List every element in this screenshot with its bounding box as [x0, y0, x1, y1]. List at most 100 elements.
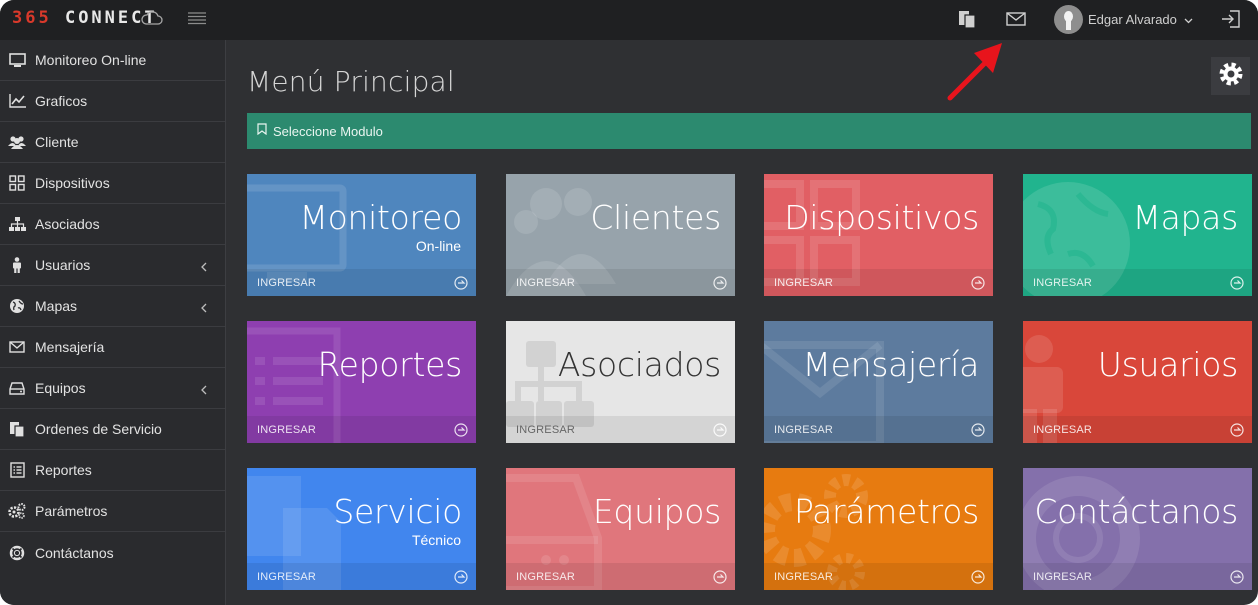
users-icon	[8, 133, 26, 151]
sidebar-item-label: Dispositivos	[35, 175, 110, 191]
tile-parametros[interactable]: Parámetros INGRESAR	[764, 468, 993, 590]
tile-action: INGRESAR	[1033, 570, 1093, 583]
brand-number: 365	[12, 8, 52, 28]
arrow-circle-right-icon	[713, 423, 727, 442]
tile-title: Mapas	[1132, 198, 1238, 237]
sidebar-item-ordenes[interactable]: Ordenes de Servicio	[0, 409, 225, 450]
gear-icon	[1218, 61, 1244, 92]
list-alt-icon	[8, 461, 26, 479]
tile-footer[interactable]: INGRESAR	[247, 269, 476, 296]
tile-clientes[interactable]: Clientes INGRESAR	[506, 174, 735, 296]
user-name: Edgar Alvarado	[1088, 12, 1177, 27]
tile-footer[interactable]: INGRESAR	[1023, 416, 1252, 443]
arrow-circle-right-icon	[713, 570, 727, 589]
arrow-circle-right-icon	[713, 276, 727, 295]
sidebar-item-label: Cliente	[35, 134, 79, 150]
sidebar: Monitoreo On-line Graficos Cliente Dispo…	[0, 40, 226, 605]
hamburger-menu-icon[interactable]	[188, 12, 206, 31]
monitor-icon	[8, 51, 26, 69]
life-ring-icon	[8, 544, 26, 562]
sidebar-item-label: Graficos	[35, 93, 88, 109]
sidebar-item-cliente[interactable]: Cliente	[0, 122, 225, 163]
brand-logo[interactable]: 365 CONNECT	[12, 8, 158, 28]
mail-icon[interactable]	[1006, 11, 1026, 32]
tile-action: INGRESAR	[774, 570, 834, 583]
tile-title: Reportes	[317, 345, 463, 384]
sidebar-item-mensajeria[interactable]: Mensajería	[0, 327, 225, 368]
tile-footer[interactable]: INGRESAR	[1023, 269, 1252, 296]
tile-dispositivos[interactable]: Dispositivos INGRESAR	[764, 174, 993, 296]
app-window: 365 CONNECT Edgar Alvarado Monitoreo On-…	[0, 0, 1258, 605]
tile-usuarios[interactable]: Usuarios INGRESAR	[1023, 321, 1252, 443]
sidebar-item-label: Contáctanos	[35, 544, 114, 561]
user-menu[interactable]: Edgar Alvarado	[1054, 5, 1193, 34]
top-bar: 365 CONNECT Edgar Alvarado	[0, 0, 1258, 40]
sidebar-item-dispositivos[interactable]: Dispositivos	[0, 163, 225, 204]
chevron-left-icon	[201, 300, 207, 318]
sidebar-item-equipos[interactable]: Equipos	[0, 368, 225, 409]
hdd-icon	[8, 379, 26, 397]
tile-footer[interactable]: INGRESAR	[1023, 563, 1252, 590]
tile-mapas[interactable]: Mapas INGRESAR	[1023, 174, 1252, 296]
tile-subtitle: Técnico	[411, 532, 461, 548]
tile-title: Contáctanos	[1034, 492, 1238, 531]
line-chart-icon	[8, 92, 26, 110]
tile-title: Mensajería	[802, 345, 979, 384]
tile-title: Servicio	[333, 492, 462, 531]
sidebar-item-monitoreo[interactable]: Monitoreo On-line	[0, 40, 225, 81]
envelope-icon	[8, 338, 26, 356]
tile-footer[interactable]: INGRESAR	[506, 416, 735, 443]
tile-footer[interactable]: INGRESAR	[764, 416, 993, 443]
tile-action: INGRESAR	[516, 423, 576, 436]
logout-icon[interactable]	[1221, 9, 1241, 34]
tile-asociados[interactable]: Asociados INGRESAR	[506, 321, 735, 443]
chevron-left-icon	[201, 382, 207, 400]
arrow-circle-right-icon	[1230, 423, 1244, 442]
tile-action: INGRESAR	[257, 276, 317, 289]
sidebar-item-usuarios[interactable]: Usuarios	[0, 245, 225, 286]
tile-action: INGRESAR	[1033, 423, 1093, 436]
tile-title: Clientes	[590, 198, 721, 237]
sidebar-item-graficos[interactable]: Graficos	[0, 81, 225, 122]
tile-title: Asociados	[557, 345, 721, 384]
tile-subtitle: On-line	[415, 238, 461, 254]
chevron-left-icon	[201, 259, 207, 277]
arrow-circle-right-icon	[971, 570, 985, 589]
sidebar-item-parametros[interactable]: Parámetros	[0, 491, 225, 532]
tile-footer[interactable]: INGRESAR	[764, 269, 993, 296]
sidebar-item-label: Ordenes de Servicio	[35, 421, 162, 437]
page-title: Menú Principal	[247, 65, 455, 98]
sidebar-item-contactanos[interactable]: Contáctanos	[0, 532, 225, 573]
sitemap-icon	[8, 215, 26, 233]
tile-title: Equipos	[592, 492, 721, 531]
gears-icon	[8, 502, 26, 520]
tile-footer[interactable]: INGRESAR	[247, 563, 476, 590]
tile-footer[interactable]: INGRESAR	[764, 563, 993, 590]
tile-footer[interactable]: INGRESAR	[247, 416, 476, 443]
sidebar-item-label: Monitoreo On-line	[35, 52, 147, 68]
tile-action: INGRESAR	[774, 423, 834, 436]
bookmark-icon	[257, 122, 267, 140]
sidebar-item-label: Usuarios	[35, 257, 91, 273]
sidebar-item-mapas[interactable]: Mapas	[0, 286, 225, 327]
settings-button[interactable]	[1211, 57, 1250, 95]
sidebar-item-label: Mapas	[35, 298, 78, 314]
globe-icon	[8, 297, 26, 315]
main-content: Menú Principal Seleccione Modulo Monitor…	[227, 40, 1258, 605]
tile-monitoreo[interactable]: Monitoreo On-line INGRESAR	[247, 174, 476, 296]
user-icon	[8, 256, 26, 274]
sidebar-item-label: Equipos	[35, 380, 86, 396]
tile-servicio[interactable]: Servicio Técnico INGRESAR	[247, 468, 476, 590]
clipboard-icon[interactable]	[957, 9, 977, 34]
tile-reportes[interactable]: Reportes INGRESAR	[247, 321, 476, 443]
alert-text: Seleccione Modulo	[273, 123, 383, 139]
sidebar-item-reportes[interactable]: Reportes	[0, 450, 225, 491]
tile-footer[interactable]: INGRESAR	[506, 269, 735, 296]
tile-contactanos[interactable]: Contáctanos INGRESAR	[1023, 468, 1252, 590]
tile-action: INGRESAR	[774, 276, 834, 289]
tile-mensajeria[interactable]: Mensajería INGRESAR	[764, 321, 993, 443]
sidebar-item-asociados[interactable]: Asociados	[0, 204, 225, 245]
tile-footer[interactable]: INGRESAR	[506, 563, 735, 590]
arrow-circle-right-icon	[1230, 570, 1244, 589]
tile-equipos[interactable]: Equipos INGRESAR	[506, 468, 735, 590]
